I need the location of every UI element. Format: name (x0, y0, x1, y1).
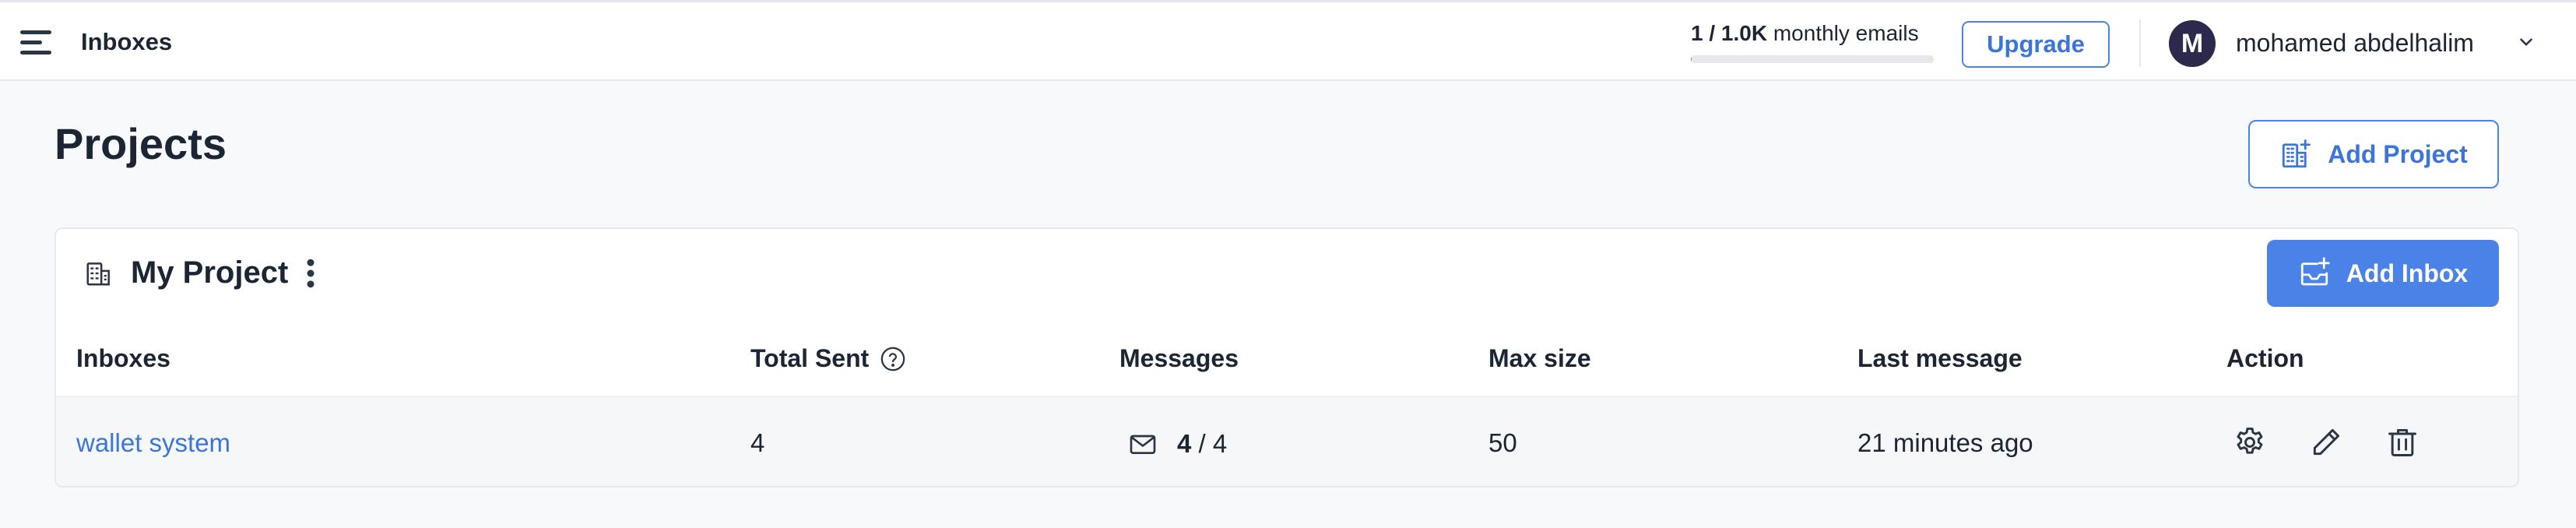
page-title: Projects (54, 119, 227, 168)
messages-cell: 4 / 4 (1127, 428, 1227, 459)
max-size-value: 50 (1488, 428, 1517, 457)
last-message-value: 21 minutes ago (1857, 428, 2033, 457)
column-header-total-sent-label: Total Sent (750, 344, 870, 372)
add-project-label: Add Project (2328, 139, 2468, 168)
quota-separator: / (1709, 21, 1716, 45)
quota-text: 1 / 1.0K monthly emails (1691, 21, 1934, 46)
pencil-icon[interactable] (2307, 424, 2345, 461)
email-quota: 1 / 1.0K monthly emails (1691, 21, 1934, 63)
column-header-total-sent: Total Sent (750, 344, 906, 373)
project-header: My Project (84, 255, 316, 290)
inbox-link[interactable]: wallet system (76, 428, 230, 458)
trash-icon[interactable] (2384, 424, 2421, 461)
quota-progress-bar (1691, 55, 1934, 63)
project-card: My Project Add Inbox Inboxes Total Sent … (54, 227, 2519, 488)
project-name: My Project (131, 255, 289, 290)
add-project-icon (2283, 139, 2311, 168)
total-sent-value: 4 (750, 428, 765, 457)
quota-label: monthly emails (1773, 21, 1919, 45)
gear-icon[interactable] (2231, 424, 2268, 461)
app-title: Inboxes (81, 28, 173, 55)
user-name[interactable]: mohamed abdelhalim (2236, 29, 2474, 58)
messages-total: 4 (1212, 429, 1228, 458)
add-inbox-label: Add Inbox (2346, 259, 2469, 287)
building-icon (86, 262, 110, 286)
column-header-action: Action (2226, 344, 2304, 372)
top-bar: Inboxes 1 / 1.0K monthly emails Upgrade … (0, 0, 2576, 81)
add-project-button[interactable]: Add Project (2248, 120, 2499, 188)
add-inbox-icon (2300, 257, 2330, 286)
quota-limit: 1.0K (1720, 21, 1768, 45)
messages-count: 4 (1177, 429, 1192, 458)
more-options-icon[interactable] (305, 259, 316, 288)
table-row: wallet system 4 4 / 4 50 21 minutes ago (56, 396, 2518, 486)
column-header-inboxes: Inboxes (76, 344, 170, 372)
column-header-last-message: Last message (1857, 344, 2022, 372)
column-header-max-size: Max size (1488, 344, 1591, 372)
envelope-icon (1130, 435, 1156, 454)
header-divider (2139, 19, 2141, 66)
avatar[interactable]: M (2169, 20, 2216, 67)
question-circle-icon[interactable] (880, 346, 906, 372)
upgrade-button[interactable]: Upgrade (1962, 21, 2110, 68)
column-header-messages: Messages (1119, 344, 1239, 372)
hamburger-menu-icon[interactable] (20, 29, 56, 57)
chevron-down-icon[interactable] (2516, 32, 2536, 52)
add-inbox-button[interactable]: Add Inbox (2267, 240, 2499, 307)
quota-used: 1 (1691, 21, 1703, 45)
messages-separator: / (1198, 429, 1206, 458)
